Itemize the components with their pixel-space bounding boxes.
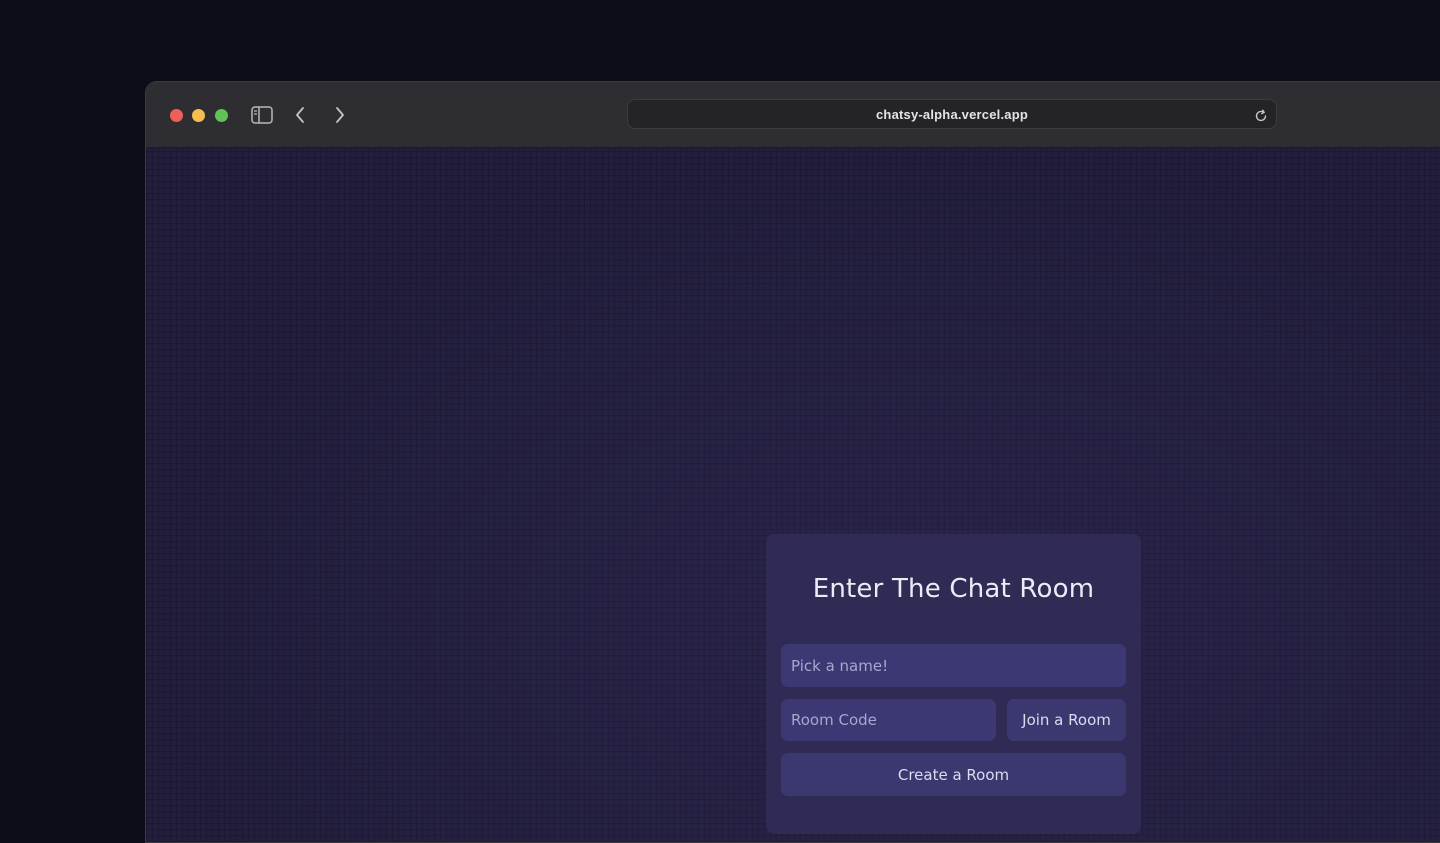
close-window-button[interactable] (170, 109, 183, 122)
name-input[interactable] (781, 644, 1126, 687)
chevron-left-icon[interactable] (290, 102, 310, 128)
url-text: chatsy-alpha.vercel.app (876, 107, 1028, 122)
chevron-right-icon[interactable] (330, 102, 350, 128)
reload-icon[interactable] (1254, 108, 1268, 122)
minimize-window-button[interactable] (192, 109, 205, 122)
join-room-card: Enter The Chat Room Join a Room Create a… (766, 534, 1141, 834)
card-title: Enter The Chat Room (812, 574, 1095, 604)
maximize-window-button[interactable] (215, 109, 228, 122)
sidebar-icon[interactable] (250, 102, 274, 128)
browser-window: chatsy-alpha.vercel.app Enter The Chat R… (145, 81, 1440, 843)
browser-toolbar: chatsy-alpha.vercel.app (146, 82, 1440, 148)
join-room-button[interactable]: Join a Room (1007, 699, 1126, 741)
create-room-button[interactable]: Create a Room (781, 753, 1126, 796)
address-bar[interactable]: chatsy-alpha.vercel.app (627, 99, 1277, 129)
room-code-input[interactable] (781, 699, 996, 741)
page-content: Enter The Chat Room Join a Room Create a… (146, 148, 1440, 842)
